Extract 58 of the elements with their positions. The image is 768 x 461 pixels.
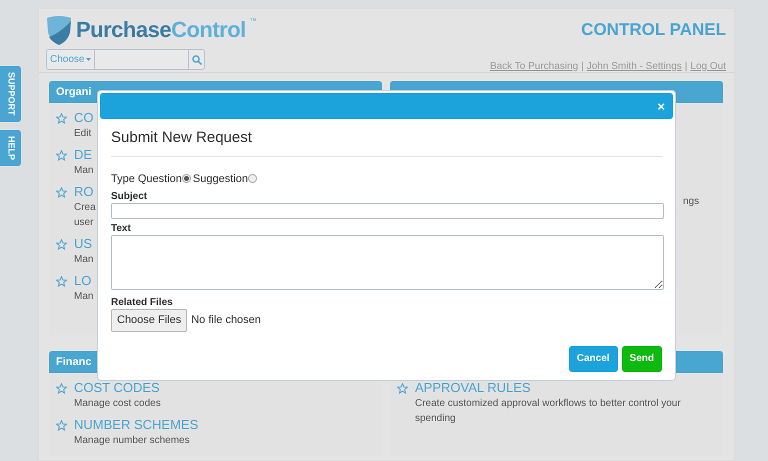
- header-link[interactable]: John Smith - Settings: [586, 58, 682, 74]
- shield-logo-icon: [46, 15, 72, 45]
- search-field[interactable]: Choose: [46, 49, 205, 70]
- subject-label: Subject: [111, 191, 148, 203]
- item-description: Man: [74, 253, 94, 267]
- item-link[interactable]: CO: [74, 110, 94, 126]
- star-icon: [56, 239, 67, 250]
- modal-title: Submit New Request: [111, 127, 662, 156]
- item-description: ngs: [683, 195, 700, 209]
- choose-dropdown[interactable]: Choose: [47, 50, 96, 69]
- text-area-field[interactable]: [111, 235, 664, 290]
- star-icon: [56, 276, 67, 287]
- close-button[interactable]: ×: [657, 100, 665, 112]
- side-tab[interactable]: SUPPORT: [0, 66, 21, 122]
- item-description: Crea: [74, 201, 96, 215]
- star-icon: [56, 187, 67, 198]
- radio-button[interactable]: [248, 174, 257, 184]
- text-label: Text: [111, 223, 132, 235]
- logo-text: PurchaseControl: [76, 19, 246, 41]
- side-tab[interactable]: HELP: [0, 130, 21, 166]
- type-label: Type: [111, 172, 135, 186]
- item-description: spending: [415, 412, 457, 426]
- link-separator: |: [581, 60, 584, 74]
- search-icon: [192, 54, 202, 64]
- item-link[interactable]: US: [74, 236, 94, 252]
- related-files-label: Related Files: [111, 297, 174, 309]
- radio-button[interactable]: [182, 174, 191, 184]
- item-link[interactable]: DE: [74, 147, 94, 163]
- caret-icon: [86, 58, 92, 61]
- radio-label: Question: [138, 172, 182, 186]
- star-icon: [56, 113, 67, 124]
- header-link[interactable]: Back To Purchasing: [490, 58, 578, 74]
- item-link[interactable]: RO: [74, 184, 96, 200]
- choose-files-button[interactable]: Choose Files: [111, 309, 188, 332]
- item-description: user: [74, 216, 94, 230]
- star-icon: [56, 420, 67, 431]
- cancel-button[interactable]: Cancel: [568, 346, 618, 372]
- item-description: Manage number schemes: [74, 434, 191, 448]
- item-link[interactable]: LO: [74, 273, 94, 289]
- search-button[interactable]: [188, 50, 204, 69]
- star-icon: [56, 150, 67, 161]
- star-icon: [56, 383, 67, 394]
- item-description: Create customized approval workflows to better control your: [415, 397, 681, 411]
- item-link[interactable]: APPROVAL RULES: [415, 380, 681, 396]
- file-status-text: No file chosen: [191, 313, 261, 328]
- item-description: Manage cost codes: [74, 397, 161, 411]
- send-button[interactable]: Send: [622, 346, 662, 372]
- item-description: Edit: [74, 127, 92, 141]
- radio-label: Suggestion: [192, 172, 248, 186]
- item-link[interactable]: COST CODES: [74, 380, 161, 396]
- header-link[interactable]: Log Out: [690, 58, 726, 74]
- link-separator: |: [684, 60, 688, 74]
- star-icon: [397, 383, 408, 394]
- subject-field[interactable]: [111, 203, 664, 219]
- item-description: Man: [74, 164, 94, 178]
- item-link[interactable]: NUMBER SCHEMES: [74, 417, 198, 433]
- item-description: Man: [74, 290, 94, 304]
- page-title: CONTROL PANEL: [580, 19, 726, 41]
